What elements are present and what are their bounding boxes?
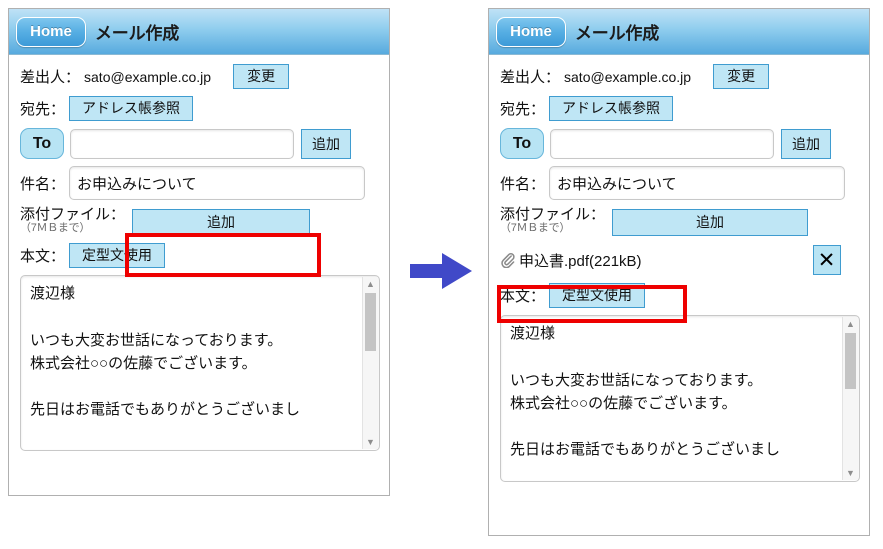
attached-file-chip[interactable]: 申込書.pdf(221kB) bbox=[500, 250, 642, 271]
page-title: メール作成 bbox=[575, 24, 659, 43]
add-recipient-button[interactable]: 追加 bbox=[781, 128, 831, 159]
change-sender-button[interactable]: 変更 bbox=[233, 64, 290, 89]
attachment-label-main: 添付ファイル： bbox=[500, 206, 606, 223]
home-button[interactable]: Home bbox=[496, 16, 566, 47]
add-recipient-button[interactable]: 追加 bbox=[301, 128, 351, 159]
home-button[interactable]: Home bbox=[16, 16, 86, 47]
body-textarea-before[interactable]: 渡辺様 いつも大変お世話になっております。 株式会社○○の佐藤でございます。 先… bbox=[20, 275, 380, 451]
recipient-label: 宛先： bbox=[500, 101, 546, 118]
attachment-row: 添付ファイル： （7ＭＢまで） 追加 bbox=[500, 207, 859, 236]
mail-compose-panel-before: Home メール作成 差出人： sato@example.co.jp 変更 宛先… bbox=[8, 8, 390, 496]
right-arrow-icon bbox=[410, 253, 472, 289]
page-title: メール作成 bbox=[95, 24, 179, 43]
to-row: To 追加 bbox=[500, 128, 859, 159]
sender-row: 差出人： sato@example.co.jp 変更 bbox=[500, 64, 859, 89]
attachment-label: 添付ファイル： （7ＭＢまで） bbox=[20, 207, 125, 234]
attachment-size-limit: （7ＭＢまで） bbox=[20, 221, 91, 234]
attachment-row: 添付ファイル： （7ＭＢまで） 追加 bbox=[20, 207, 379, 236]
app-header-after: Home メール作成 bbox=[489, 9, 869, 55]
body-text: 渡辺様 いつも大変お世話になっております。 株式会社○○の佐藤でございます。 先… bbox=[510, 325, 781, 459]
body-scrollbar[interactable]: ▲ ▼ bbox=[362, 277, 378, 449]
recipient-label: 宛先： bbox=[20, 101, 66, 118]
addressbook-button[interactable]: アドレス帳参照 bbox=[69, 96, 194, 121]
subject-label: 件名： bbox=[500, 175, 546, 193]
recipient-row: 宛先： アドレス帳参照 bbox=[500, 96, 859, 121]
delete-attachment-button[interactable]: ✕ bbox=[812, 245, 841, 275]
attachment-label-main: 添付ファイル： bbox=[20, 206, 126, 223]
scroll-thumb[interactable] bbox=[845, 333, 856, 389]
attachment-label: 添付ファイル： （7ＭＢまで） bbox=[500, 207, 605, 234]
to-pill-button[interactable]: To bbox=[500, 128, 544, 159]
subject-label: 件名： bbox=[20, 175, 66, 193]
subject-input[interactable] bbox=[549, 166, 846, 200]
scroll-down-icon[interactable]: ▼ bbox=[363, 435, 378, 449]
to-input[interactable] bbox=[550, 128, 774, 159]
compose-form-before: 差出人： sato@example.co.jp 変更 宛先： アドレス帳参照 T… bbox=[9, 55, 389, 451]
scroll-up-icon[interactable]: ▲ bbox=[363, 277, 378, 291]
attachment-add-button[interactable]: 追加 bbox=[132, 209, 311, 236]
sender-value: sato@example.co.jp bbox=[84, 68, 212, 85]
close-icon: ✕ bbox=[817, 248, 836, 272]
attachment-size-limit: （7ＭＢまで） bbox=[500, 221, 571, 234]
body-label-row: 本文： 定型文使用 bbox=[20, 243, 379, 268]
body-scrollbar[interactable]: ▲ ▼ bbox=[842, 317, 858, 480]
mail-compose-panel-after: Home メール作成 差出人： sato@example.co.jp 変更 宛先… bbox=[488, 8, 870, 536]
to-input[interactable] bbox=[70, 128, 294, 159]
recipient-row: 宛先： アドレス帳参照 bbox=[20, 96, 379, 121]
change-sender-button[interactable]: 変更 bbox=[713, 64, 770, 89]
template-button[interactable]: 定型文使用 bbox=[549, 283, 646, 308]
subject-row: 件名： bbox=[20, 166, 379, 200]
attachment-add-button[interactable]: 追加 bbox=[612, 209, 809, 236]
attached-file-name: 申込書.pdf(221kB) bbox=[519, 252, 642, 270]
to-row: To 追加 bbox=[20, 128, 379, 159]
sender-label: 差出人： bbox=[500, 69, 561, 86]
attached-file-row: 申込書.pdf(221kB) ✕ bbox=[500, 245, 859, 275]
addressbook-button[interactable]: アドレス帳参照 bbox=[549, 96, 674, 121]
subject-input[interactable] bbox=[69, 166, 366, 200]
to-pill-button[interactable]: To bbox=[20, 128, 64, 159]
sender-value: sato@example.co.jp bbox=[564, 68, 692, 85]
body-text: 渡辺様 いつも大変お世話になっております。 株式会社○○の佐藤でございます。 先… bbox=[30, 285, 301, 419]
paperclip-icon bbox=[500, 252, 516, 268]
body-label-row: 本文： 定型文使用 bbox=[500, 283, 859, 308]
scroll-up-icon[interactable]: ▲ bbox=[843, 317, 858, 331]
subject-row: 件名： bbox=[500, 166, 859, 200]
compose-form-after: 差出人： sato@example.co.jp 変更 宛先： アドレス帳参照 T… bbox=[489, 55, 869, 482]
scroll-down-icon[interactable]: ▼ bbox=[843, 466, 858, 480]
sender-label: 差出人： bbox=[20, 69, 81, 86]
app-header-before: Home メール作成 bbox=[9, 9, 389, 55]
scroll-thumb[interactable] bbox=[365, 293, 376, 351]
body-textarea-after[interactable]: 渡辺様 いつも大変お世話になっております。 株式会社○○の佐藤でございます。 先… bbox=[500, 315, 860, 482]
body-label: 本文： bbox=[500, 288, 546, 305]
template-button[interactable]: 定型文使用 bbox=[69, 243, 166, 268]
sender-row: 差出人： sato@example.co.jp 変更 bbox=[20, 64, 379, 89]
body-label: 本文： bbox=[20, 248, 66, 265]
